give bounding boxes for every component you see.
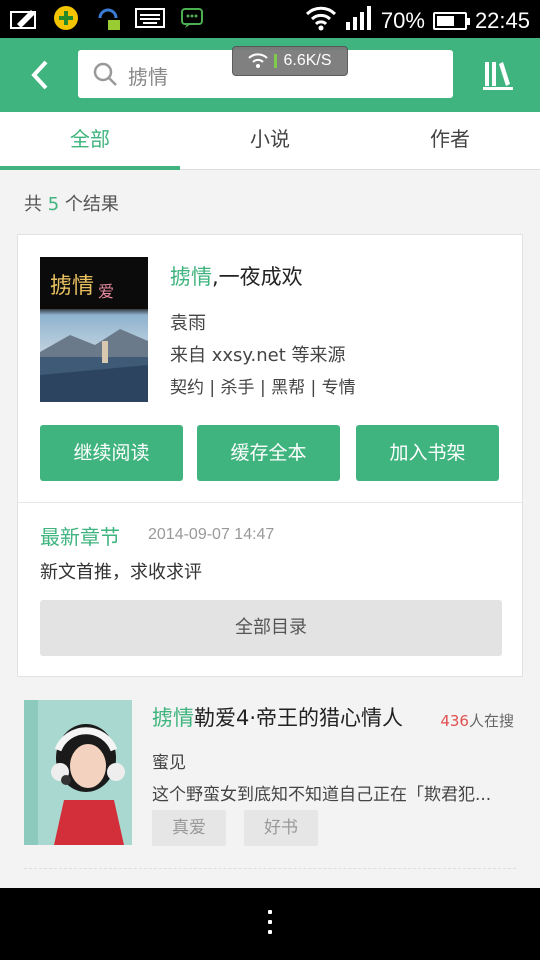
back-arrow-icon <box>31 60 48 90</box>
latest-chapter-title[interactable]: 新文首推，求收求评 <box>40 558 202 584</box>
screen: 70% 22:45 掳情 6.6K/S 全部 小说 作者 共 5 个结果 掳情 … <box>0 0 540 960</box>
battery-icon <box>432 12 470 30</box>
result-count-number: 5 <box>47 194 60 215</box>
continue-reading-button[interactable]: 继续阅读 <box>40 425 183 481</box>
search-query-text: 掳情 <box>128 65 168 89</box>
title-rest: 勒爱4·帝王的猎心情人 <box>194 706 404 730</box>
book-tags: 契约 | 杀手 | 黑帮 | 专情 <box>170 378 356 398</box>
wifi-icon <box>305 5 337 37</box>
latest-chapter-label: 最新章节 <box>40 525 120 549</box>
book-cover-image[interactable] <box>24 700 132 845</box>
title-rest: ,一夜成欢 <box>212 265 303 289</box>
tag-chip[interactable]: 好书 <box>244 810 318 846</box>
status-bar: 70% 22:45 <box>0 0 540 38</box>
tab-all[interactable]: 全部 <box>0 112 180 170</box>
tab-novels[interactable]: 小说 <box>180 112 360 169</box>
tab-authors[interactable]: 作者 <box>360 112 540 169</box>
search-heat: 436人在搜 <box>440 710 514 731</box>
title-highlight: 掳情 <box>152 706 194 730</box>
message-icon <box>176 4 208 32</box>
book-description: 这个野蛮女到底知不知道自己正在「欺君犯... <box>152 785 492 805</box>
result-count: 共 5 个结果 <box>24 190 119 216</box>
search-heat-count: 436 <box>440 712 469 730</box>
list-item[interactable]: 掳情勒爱4·帝王的猎心情人 436人在搜 蜜见 这个野蛮女到底知不知道自己正在「… <box>0 690 540 870</box>
main-book-card[interactable]: 掳情 爱 掳情,一夜成欢 袁雨 来自 xxsy.net 等来源 契约 | 杀手 … <box>17 234 523 677</box>
latest-chapter-time: 2014-09-07 14:47 <box>148 526 275 543</box>
list-divider <box>24 868 516 869</box>
wifi-small-icon <box>248 53 269 68</box>
book-cover-image[interactable]: 掳情 爱 <box>40 257 148 402</box>
svg-text:爱: 爱 <box>98 282 114 301</box>
cache-all-button[interactable]: 缓存全本 <box>197 425 340 481</box>
book-source: 来自 xxsy.net 等来源 <box>170 345 346 366</box>
title-highlight: 掳情 <box>170 265 212 289</box>
category-tabs: 全部 小说 作者 <box>0 112 540 170</box>
tag-chip[interactable]: 真爱 <box>152 810 226 846</box>
bookshelf-icon <box>483 62 513 90</box>
chat-notification-icon <box>92 4 124 32</box>
network-speed-overlay: 6.6K/S <box>232 46 348 76</box>
search-icon <box>92 61 118 91</box>
overflow-menu-icon[interactable] <box>263 910 277 940</box>
back-button[interactable] <box>22 56 62 96</box>
signal-icon <box>345 6 373 36</box>
book-author: 袁雨 <box>170 313 206 334</box>
search-heat-suffix: 人在搜 <box>468 712 514 730</box>
book-author: 蜜见 <box>152 753 186 773</box>
svg-text:掳情: 掳情 <box>50 274 94 299</box>
result-count-suffix: 个结果 <box>64 194 119 215</box>
bookshelf-button[interactable] <box>482 58 514 92</box>
table-of-contents-button[interactable]: 全部目录 <box>40 600 502 656</box>
system-nav-bar <box>0 888 540 960</box>
battery-percent: 70% <box>380 8 425 33</box>
network-speed-text: 6.6K/S <box>283 52 332 69</box>
book-title[interactable]: 掳情勒爱4·帝王的猎心情人 <box>152 702 403 732</box>
clock: 22:45 <box>474 8 530 33</box>
card-divider <box>18 502 522 503</box>
result-count-prefix: 共 <box>24 194 42 215</box>
speed-bar <box>274 54 278 68</box>
add-to-shelf-button[interactable]: 加入书架 <box>356 425 499 481</box>
app-plus-icon <box>50 4 82 32</box>
edit-notification-icon <box>8 4 40 32</box>
keyboard-icon <box>134 4 166 32</box>
book-title[interactable]: 掳情,一夜成欢 <box>170 261 303 291</box>
